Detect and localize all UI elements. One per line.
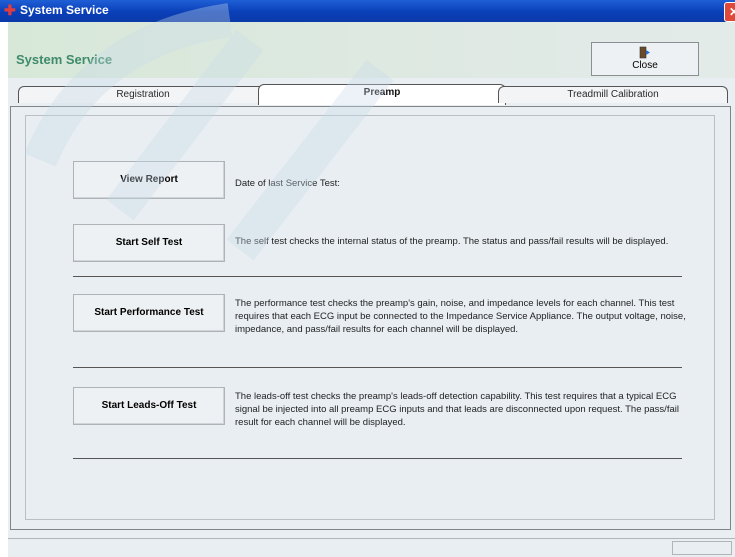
self-test-description: The self test checks the internal status…	[235, 236, 669, 247]
window-left-edge	[0, 22, 8, 556]
start-self-test-button[interactable]: Start Self Test	[73, 224, 225, 262]
tab-treadmill-calibration[interactable]: Treadmill Calibration	[498, 86, 728, 103]
page-title: System Service	[16, 52, 113, 67]
tab-preamp[interactable]: Preamp	[258, 84, 506, 105]
exit-door-icon	[639, 46, 650, 59]
status-bar-cell	[672, 541, 732, 555]
window-titlebar[interactable]: ✚ System Service ✕	[0, 0, 735, 22]
view-report-button[interactable]: View Report	[73, 161, 225, 199]
status-bar	[8, 538, 735, 557]
window-title: System Service	[20, 3, 109, 17]
separator-1	[73, 276, 682, 277]
separator-2	[73, 367, 682, 368]
start-performance-test-button[interactable]: Start Performance Test	[73, 294, 225, 332]
close-button-label: Close	[632, 60, 658, 71]
separator-3	[73, 458, 682, 459]
performance-test-description: The performance test checks the preamp's…	[235, 298, 686, 335]
app-heart-icon: ✚	[4, 2, 16, 18]
leads-off-test-description: The leads-off test checks the preamp's l…	[235, 391, 679, 428]
start-leads-off-test-button[interactable]: Start Leads-Off Test	[73, 387, 225, 425]
view-report-description: Date of last Service Test:	[235, 178, 340, 189]
window-close-button[interactable]: ✕	[724, 2, 735, 22]
tab-registration[interactable]: Registration	[18, 86, 268, 103]
tab-strip: Registration Preamp Treadmill Calibratio…	[8, 82, 735, 106]
close-button[interactable]: Close	[591, 42, 699, 76]
